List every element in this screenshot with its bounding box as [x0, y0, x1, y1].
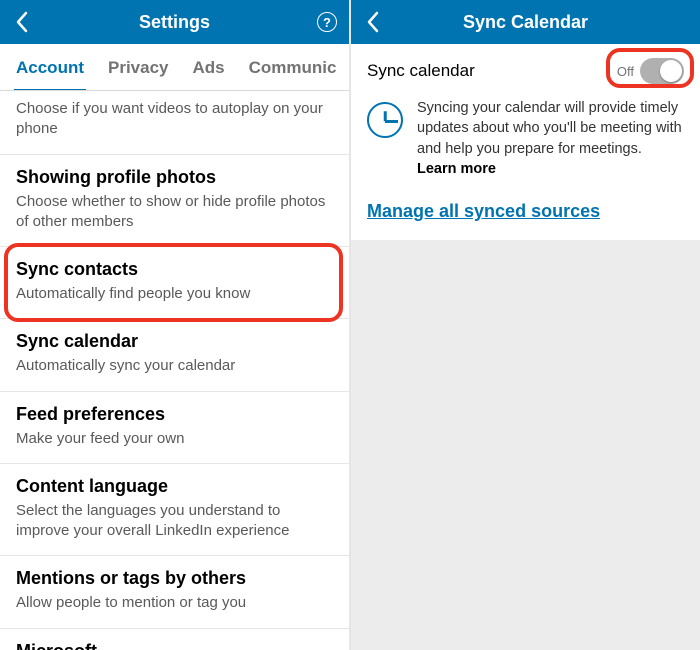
back-button[interactable]	[0, 0, 44, 44]
settings-tabs: Account Privacy Ads Communic	[0, 44, 349, 91]
item-microsoft[interactable]: Microsoft View Microsoft accounts you've	[0, 629, 349, 650]
item-title: Feed preferences	[16, 404, 333, 425]
item-sync-calendar[interactable]: Sync calendar Automatically sync your ca…	[0, 319, 349, 391]
item-desc: Select the languages you understand to i…	[16, 501, 333, 542]
item-showing-profile-photos[interactable]: Showing profile photos Choose whether to…	[0, 155, 349, 248]
item-title: Mentions or tags by others	[16, 568, 333, 589]
tab-ads[interactable]: Ads	[181, 44, 237, 90]
settings-header: Settings ?	[0, 0, 349, 44]
sync-calendar-toggle[interactable]	[640, 58, 684, 84]
item-desc: Choose whether to show or hide profile p…	[16, 192, 333, 233]
item-desc: Allow people to mention or tag you	[16, 593, 333, 613]
prev-item-desc: Choose if you want videos to autoplay on…	[0, 91, 349, 155]
sync-toggle-label: Sync calendar	[367, 61, 617, 81]
toggle-knob	[660, 60, 682, 82]
sync-info-text: Syncing your calendar will provide timel…	[417, 98, 684, 179]
item-title: Microsoft	[16, 641, 333, 650]
item-feed-preferences[interactable]: Feed preferences Make your feed your own	[0, 392, 349, 464]
item-desc: Automatically find people you know	[16, 284, 333, 304]
manage-synced-sources-link[interactable]: Manage all synced sources	[351, 197, 700, 240]
clock-icon	[367, 102, 403, 138]
learn-more-link[interactable]: Learn more	[417, 161, 496, 177]
help-icon: ?	[317, 12, 337, 32]
page-title: Sync Calendar	[351, 12, 700, 33]
settings-list: Choose if you want videos to autoplay on…	[0, 91, 349, 650]
item-title: Content language	[16, 476, 333, 497]
item-title: Sync contacts	[16, 259, 333, 280]
help-button[interactable]: ?	[305, 0, 349, 44]
back-button[interactable]	[351, 0, 395, 44]
highlight-annotation	[4, 243, 343, 322]
item-desc: Automatically sync your calendar	[16, 356, 333, 376]
item-mentions-tags[interactable]: Mentions or tags by others Allow people …	[0, 556, 349, 628]
page-title: Settings	[0, 12, 349, 33]
tab-account[interactable]: Account	[4, 44, 96, 90]
info-text-body: Syncing your calendar will provide timel…	[417, 100, 682, 157]
item-sync-contacts[interactable]: Sync contacts Automatically find people …	[0, 247, 349, 319]
tab-privacy[interactable]: Privacy	[96, 44, 181, 90]
empty-area	[351, 240, 700, 650]
item-content-language[interactable]: Content language Select the languages yo…	[0, 464, 349, 557]
item-title: Showing profile photos	[16, 167, 333, 188]
item-desc: Make your feed your own	[16, 429, 333, 449]
sync-info: Syncing your calendar will provide timel…	[351, 98, 700, 197]
item-title: Sync calendar	[16, 331, 333, 352]
toggle-state-text: Off	[617, 64, 634, 79]
sync-calendar-row: Sync calendar Off	[351, 44, 700, 98]
sync-calendar-header: Sync Calendar	[351, 0, 700, 44]
tab-communications[interactable]: Communic	[237, 44, 349, 90]
